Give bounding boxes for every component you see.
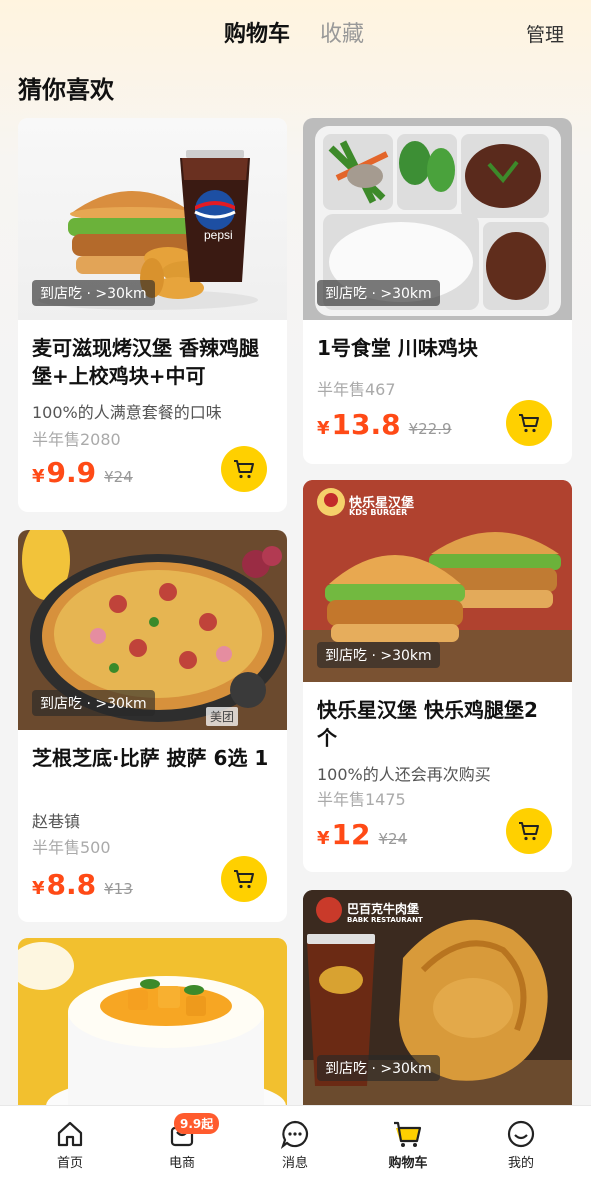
product-image: 快乐星汉堡 KDS BURGER 到店吃 · >30km xyxy=(303,480,572,682)
price: 12 xyxy=(331,818,371,851)
cart-icon xyxy=(394,1121,422,1147)
top-header: 购物车 收藏 管理 xyxy=(0,0,591,62)
product-image xyxy=(18,938,287,1105)
section-title: 猜你喜欢 xyxy=(18,76,114,104)
price: 13.8 xyxy=(331,408,401,441)
original-price: ¥24 xyxy=(378,830,408,848)
brand-logo-subtext: KDS BURGER xyxy=(349,508,408,517)
add-to-cart-button[interactable] xyxy=(506,808,552,854)
brand-logo-text: 巴百克牛肉堡 xyxy=(347,902,420,916)
product-subtitle: 100%的人还会再次购买 xyxy=(317,765,491,784)
original-price: ¥13 xyxy=(104,880,133,898)
product-image: 巴百克牛肉堡 BABK RESTAURANT 到店吃 · >30km xyxy=(303,890,572,1105)
tab-messages[interactable]: 消息 xyxy=(255,1116,335,1171)
smile-icon xyxy=(507,1120,535,1148)
product-card[interactable]: 到店吃 · >30km 1号食堂 川味鸡块 半年售467 ¥ 13.8 ¥22.… xyxy=(303,118,572,464)
cart-icon xyxy=(234,460,254,479)
message-icon xyxy=(280,1120,309,1149)
add-to-cart-button[interactable] xyxy=(506,400,552,446)
tab-label: 电商 xyxy=(168,1156,195,1171)
sales-count: 半年售1475 xyxy=(317,790,406,809)
sales-count: 半年售467 xyxy=(317,380,396,399)
price-row: ¥ 13.8 ¥22.9 xyxy=(317,408,452,441)
cart-icon xyxy=(519,822,539,841)
cart-icon xyxy=(234,870,254,889)
cart-icon xyxy=(519,414,539,433)
home-icon xyxy=(57,1121,83,1147)
brand-logo-subtext: BABK RESTAURANT xyxy=(347,916,423,924)
product-card[interactable]: 到店吃 · >30km 美团 芝根芝底·比萨 披萨 6选 1 赵巷镇 半年售50… xyxy=(18,530,287,922)
product-card[interactable] xyxy=(18,938,287,1105)
tab-label: 消息 xyxy=(281,1156,308,1171)
original-price: ¥24 xyxy=(104,468,133,486)
product-title[interactable]: 快乐星汉堡 快乐鸡腿堡2个 xyxy=(317,696,557,752)
distance-badge: 到店吃 · >30km xyxy=(317,642,440,668)
add-to-cart-button[interactable] xyxy=(221,446,267,492)
sales-count: 半年售500 xyxy=(32,838,111,857)
distance-badge: 到店吃 · >30km xyxy=(317,1055,440,1081)
original-price: ¥22.9 xyxy=(408,420,452,438)
price-row: ¥ 12 ¥24 xyxy=(317,818,407,851)
sales-count: 半年售2080 xyxy=(32,430,121,449)
manage-button[interactable]: 管理 xyxy=(526,20,564,47)
currency-symbol: ¥ xyxy=(317,418,330,439)
currency-symbol: ¥ xyxy=(317,828,330,849)
tab-label: 首页 xyxy=(56,1156,83,1171)
product-card[interactable]: 快乐星汉堡 KDS BURGER 到店吃 · >30km 快乐星汉堡 快乐鸡腿堡… xyxy=(303,480,572,872)
price: 9.9 xyxy=(46,456,97,489)
watermark-label: 美团 xyxy=(206,707,239,726)
promo-badge: 9.9起 xyxy=(174,1113,220,1134)
currency-symbol: ¥ xyxy=(32,466,45,487)
add-to-cart-button[interactable] xyxy=(221,856,267,902)
distance-badge: 到店吃 · >30km xyxy=(32,280,155,306)
product-image: 到店吃 · >30km xyxy=(303,118,572,320)
product-title[interactable]: 麦可滋现烤汉堡 香辣鸡腿堡+上校鸡块+中可 xyxy=(32,334,272,390)
tab-home[interactable]: 首页 xyxy=(30,1116,110,1171)
product-image: 到店吃 · >30km 美团 xyxy=(18,530,287,730)
product-title[interactable]: 1号食堂 川味鸡块 xyxy=(317,334,557,362)
product-location: 赵巷镇 xyxy=(32,812,81,831)
tab-label: 购物车 xyxy=(388,1156,428,1171)
cake-illustration xyxy=(18,938,287,1105)
product-title[interactable]: 芝根芝底·比萨 披萨 6选 1 xyxy=(32,744,272,772)
product-subtitle: 100%的人满意套餐的口味 xyxy=(32,403,222,422)
product-card[interactable]: pepsi 到店吃 · >30km 麦可滋现烤汉堡 香辣鸡腿堡+上校鸡块+中可 … xyxy=(18,118,287,512)
bottom-tab-bar: 首页 电商 消息 购物车 我的 xyxy=(0,1105,591,1181)
product-image: pepsi 到店吃 · >30km xyxy=(18,118,287,320)
price-row: ¥ 9.9 ¥24 xyxy=(32,456,133,489)
tab-favorites[interactable]: 收藏 xyxy=(320,16,364,48)
tab-label: 我的 xyxy=(507,1156,534,1171)
currency-symbol: ¥ xyxy=(32,878,45,899)
tab-me[interactable]: 我的 xyxy=(481,1116,561,1171)
tab-cart-active[interactable]: 购物车 xyxy=(368,1116,448,1171)
distance-badge: 到店吃 · >30km xyxy=(317,280,440,306)
svg-text:pepsi: pepsi xyxy=(204,228,233,242)
distance-badge: 到店吃 · >30km xyxy=(32,690,155,716)
product-card[interactable]: 巴百克牛肉堡 BABK RESTAURANT 到店吃 · >30km xyxy=(303,890,572,1105)
price: 8.8 xyxy=(46,868,97,901)
tab-cart[interactable]: 购物车 xyxy=(224,16,290,48)
price-row: ¥ 8.8 ¥13 xyxy=(32,868,133,901)
